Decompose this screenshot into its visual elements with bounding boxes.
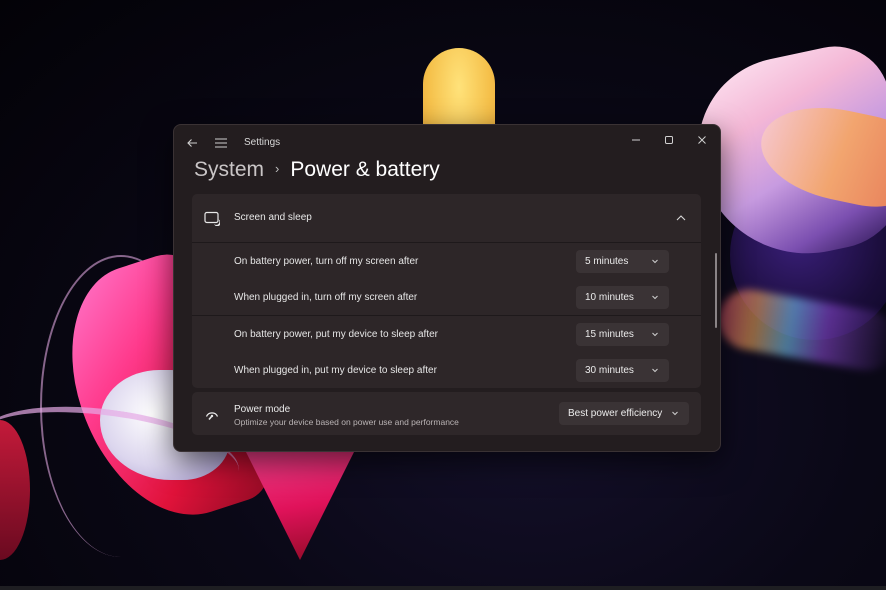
close-button[interactable] bbox=[686, 129, 718, 151]
setting-row-battery-sleep: On battery power, put my device to sleep… bbox=[192, 315, 701, 352]
setting-row-battery-screen-off: On battery power, turn off my screen aft… bbox=[192, 243, 701, 279]
collapse-button[interactable] bbox=[671, 208, 691, 228]
chevron-up-icon bbox=[676, 215, 686, 221]
plugged-sleep-dropdown[interactable]: 30 minutes bbox=[576, 359, 669, 382]
settings-content: Screen and sleep On battery power, turn … bbox=[192, 194, 701, 435]
minimize-icon bbox=[632, 139, 640, 141]
power-mode-card: Power mode Optimize your device based on… bbox=[192, 392, 701, 435]
setting-label: When plugged in, turn off my screen afte… bbox=[234, 292, 418, 303]
dropdown-value: 5 minutes bbox=[585, 256, 629, 267]
app-title: Settings bbox=[244, 137, 281, 148]
hamburger-menu-icon bbox=[215, 138, 227, 148]
battery-sleep-dropdown[interactable]: 15 minutes bbox=[576, 323, 669, 346]
breadcrumb: System › Power & battery bbox=[194, 158, 440, 186]
battery-screen-off-dropdown[interactable]: 5 minutes bbox=[576, 250, 669, 273]
vertical-scrollbar[interactable] bbox=[715, 253, 717, 328]
screen-and-sleep-card: Screen and sleep On battery power, turn … bbox=[192, 194, 701, 388]
chevron-down-icon bbox=[652, 332, 658, 337]
chevron-down-icon bbox=[652, 295, 658, 300]
title-bar[interactable]: Settings bbox=[174, 125, 720, 159]
maximize-button[interactable] bbox=[653, 129, 685, 151]
screen-and-sleep-title: Screen and sleep bbox=[234, 212, 312, 223]
gauge-icon bbox=[205, 412, 219, 421]
chevron-down-icon bbox=[652, 259, 658, 264]
page-title: Power & battery bbox=[290, 158, 440, 181]
setting-label: On battery power, put my device to sleep… bbox=[234, 329, 438, 340]
chevron-down-icon bbox=[672, 411, 678, 416]
dropdown-value: Best power efficiency bbox=[568, 408, 663, 419]
breadcrumb-system-link[interactable]: System bbox=[194, 158, 264, 182]
minimize-button[interactable] bbox=[620, 129, 652, 151]
dropdown-value: 15 minutes bbox=[585, 329, 634, 340]
back-button[interactable] bbox=[182, 133, 202, 153]
dropdown-value: 30 minutes bbox=[585, 365, 634, 376]
power-mode-description: Optimize your device based on power use … bbox=[234, 417, 459, 427]
setting-row-plugged-screen-off: When plugged in, turn off my screen afte… bbox=[192, 279, 701, 315]
maximize-icon bbox=[665, 136, 673, 144]
setting-label: When plugged in, put my device to sleep … bbox=[234, 365, 437, 376]
settings-window: Settings System › Power & battery Screen… bbox=[173, 124, 721, 452]
chevron-down-icon bbox=[652, 368, 658, 373]
screen-and-sleep-header[interactable]: Screen and sleep bbox=[192, 194, 701, 243]
plugged-screen-off-dropdown[interactable]: 10 minutes bbox=[576, 286, 669, 309]
setting-label: On battery power, turn off my screen aft… bbox=[234, 256, 419, 267]
breadcrumb-separator: › bbox=[275, 161, 280, 176]
navigation-menu-button[interactable] bbox=[211, 133, 231, 153]
power-mode-dropdown[interactable]: Best power efficiency bbox=[559, 402, 689, 425]
setting-row-plugged-sleep: When plugged in, put my device to sleep … bbox=[192, 352, 701, 388]
back-arrow-icon bbox=[187, 139, 197, 147]
screen-sleep-icon bbox=[204, 211, 220, 226]
taskbar-edge bbox=[0, 586, 886, 590]
close-icon bbox=[698, 136, 706, 144]
power-mode-title: Power mode bbox=[234, 404, 291, 415]
dropdown-value: 10 minutes bbox=[585, 292, 634, 303]
